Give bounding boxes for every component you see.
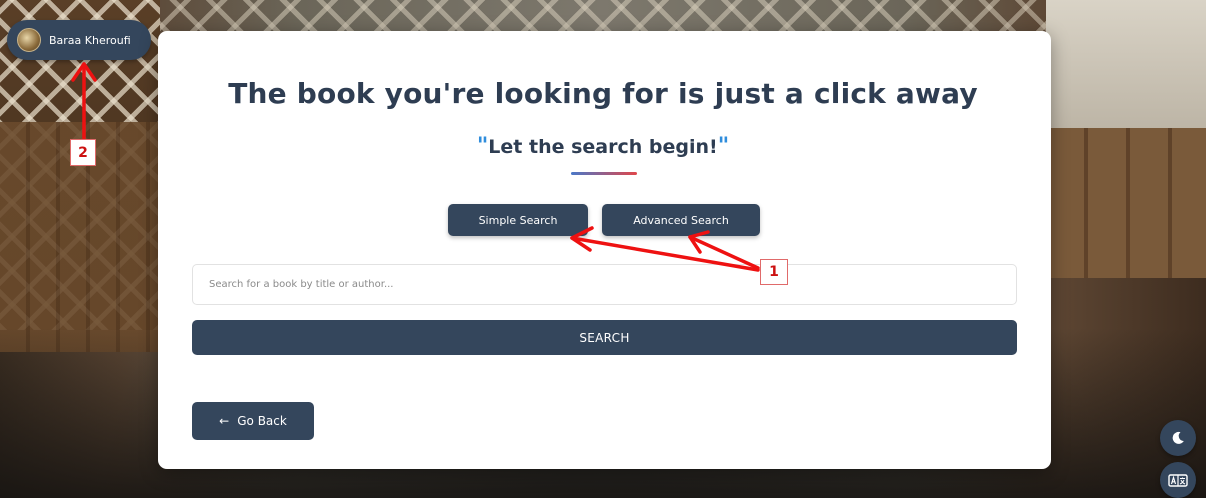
- simple-search-button[interactable]: Simple Search: [448, 204, 588, 236]
- moon-icon: [1172, 431, 1184, 444]
- search-button[interactable]: SEARCH: [192, 320, 1017, 355]
- user-name: Baraa Kheroufi: [49, 33, 131, 47]
- page-title: The book you're looking for is just a cl…: [228, 77, 978, 110]
- go-back-label: Go Back: [237, 414, 287, 428]
- annotation-label-1: 1: [760, 259, 788, 285]
- translate-icon: [1168, 474, 1188, 487]
- page-subtitle: "Let the search begin!": [0, 134, 1206, 159]
- subtitle-close-quote: ": [717, 134, 730, 159]
- user-profile-chip[interactable]: Baraa Kheroufi: [7, 20, 151, 60]
- annotation-label-2: 2: [70, 139, 96, 166]
- subtitle-open-quote: ": [476, 134, 489, 159]
- arrow-left-icon: ←: [219, 414, 230, 428]
- avatar: [17, 28, 41, 52]
- title-underline: [571, 172, 637, 175]
- subtitle-text: Let the search begin!: [488, 136, 718, 158]
- search-input[interactable]: [192, 264, 1017, 305]
- advanced-search-button[interactable]: Advanced Search: [602, 204, 760, 236]
- go-back-button[interactable]: ← Go Back: [192, 402, 314, 440]
- dark-mode-toggle[interactable]: [1160, 420, 1196, 456]
- language-toggle[interactable]: [1160, 462, 1196, 498]
